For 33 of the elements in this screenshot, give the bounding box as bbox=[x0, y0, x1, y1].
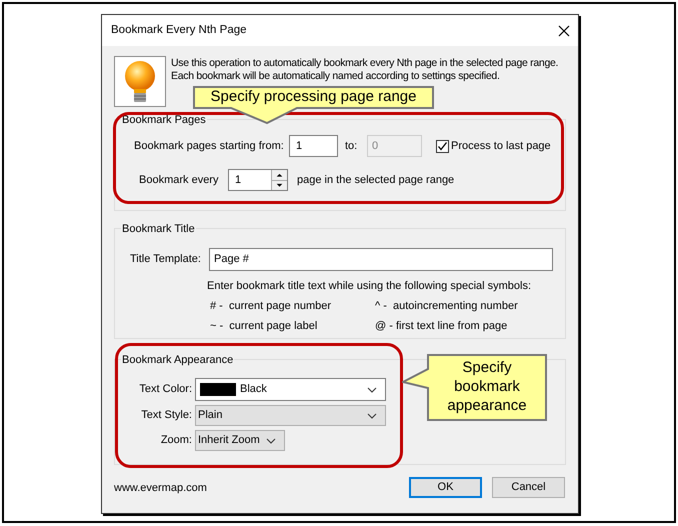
checkbox[interactable] bbox=[436, 140, 449, 152]
field-label: to: bbox=[345, 138, 358, 154]
field-label: Text Style: bbox=[140, 408, 193, 424]
dialog-button[interactable]: Cancel bbox=[492, 477, 565, 498]
dropdown[interactable]: Plain bbox=[195, 405, 386, 426]
symbol-description: ^ - autoincrementing number bbox=[375, 298, 519, 314]
dropdown[interactable]: Inherit Zoom bbox=[195, 430, 285, 451]
description-text: Use this operation to automatically bookmark every Nth page in the selected page range. Each bookmark will be automatically named according to settings specified. bbox=[171, 57, 560, 83]
chevron-down-icon bbox=[266, 438, 276, 444]
symbol-description: @ - first text line from page bbox=[375, 319, 508, 334]
field-label: Title Template: bbox=[130, 252, 202, 268]
field-label: Bookmark every bbox=[139, 172, 220, 188]
field-label: Bookmark pages starting from: bbox=[134, 138, 285, 154]
input-field[interactable]: Page # bbox=[209, 248, 553, 271]
callout: Specify bookmark appearance bbox=[402, 354, 547, 421]
input-field[interactable]: 1 bbox=[289, 135, 338, 157]
hint-text: Enter bookmark title text while using the following special symbols: bbox=[207, 279, 532, 294]
window-title: Bookmark Every Nth Page bbox=[111, 22, 247, 38]
checkbox-label[interactable]: Process to last page bbox=[451, 138, 551, 154]
dialog-button[interactable]: OK bbox=[409, 477, 482, 498]
close-icon[interactable] bbox=[558, 24, 570, 36]
dropdown[interactable]: Black bbox=[195, 378, 386, 401]
chevron-down-icon bbox=[367, 412, 377, 418]
chevron-down-icon bbox=[367, 386, 377, 392]
field-label: Text Color: bbox=[138, 382, 193, 398]
spin-box[interactable]: 1 bbox=[228, 169, 288, 191]
website-link[interactable]: www.evermap.com bbox=[114, 480, 207, 496]
field-label: Zoom: bbox=[160, 433, 193, 448]
symbol-description: ~ - current page label bbox=[210, 319, 318, 334]
bulb-icon bbox=[114, 56, 166, 107]
field-label: page in the selected page range bbox=[297, 172, 454, 188]
group-label: Bookmark Appearance bbox=[121, 352, 234, 368]
symbol-description: # - current page number bbox=[210, 298, 332, 314]
